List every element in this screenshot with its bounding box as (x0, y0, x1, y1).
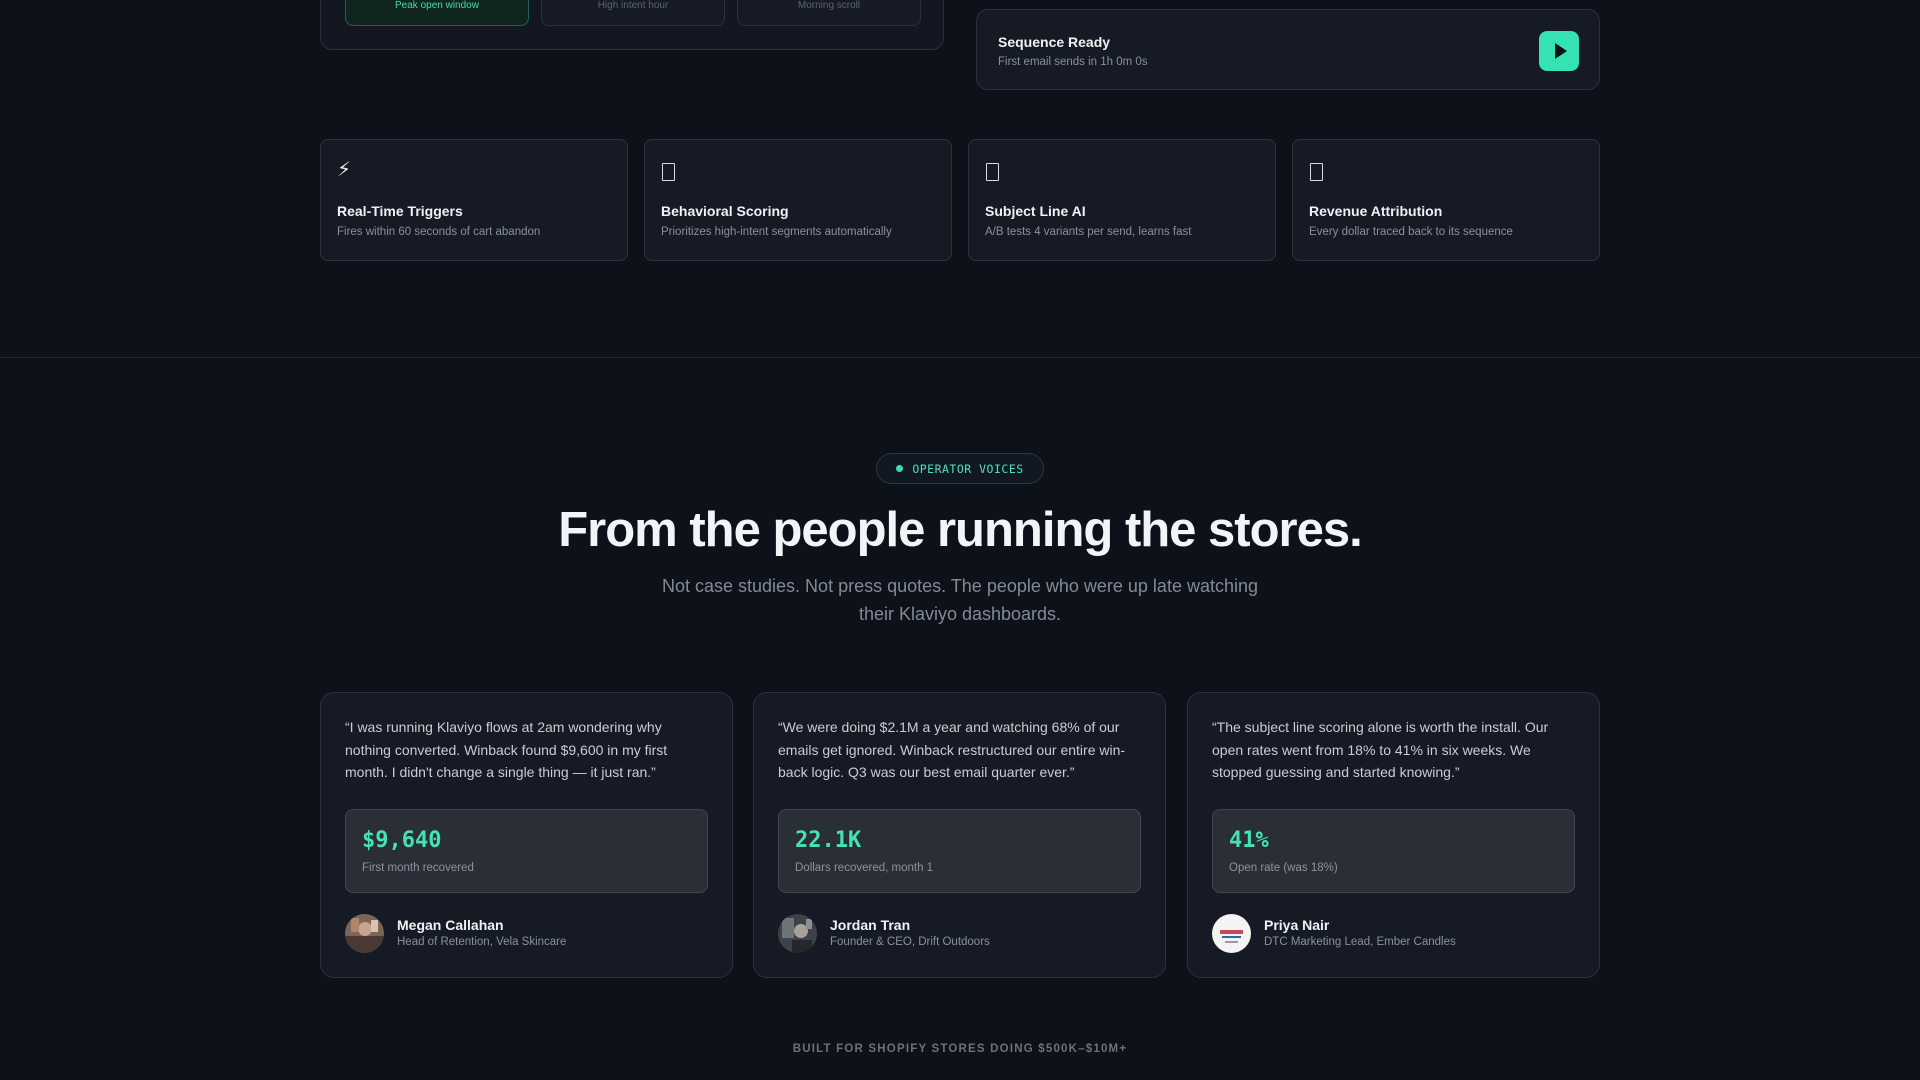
metric-value: 22.1K (795, 828, 862, 853)
avatar (345, 914, 384, 953)
testimonial-card: “I was running Klaviyo flows at 2am wond… (320, 692, 733, 978)
feature-card-revenue-attribution: Revenue Attribution Every dollar traced … (1292, 139, 1600, 261)
metric-box: $9,640 First month recovered (345, 809, 708, 893)
section-headline: From the people running the stores. (558, 503, 1363, 557)
metric-box: 41% Open rate (was 18%) (1212, 809, 1575, 893)
metric-label: Dollars recovered, month 1 (795, 862, 934, 874)
lightning-icon: ⚡︎ (337, 159, 352, 181)
section-badge: OPERATOR VOICES (876, 453, 1044, 484)
feature-card-subject-line-ai: Subject Line AI A/B tests 4 variants per… (968, 139, 1276, 261)
feature-card-real-time-triggers: ⚡︎ Real-Time Triggers Fires within 60 se… (320, 139, 628, 261)
testimonial-quote: “I was running Klaviyo flows at 2am wond… (345, 719, 668, 780)
feature-title: Subject Line AI (985, 203, 1086, 219)
avatar (778, 914, 817, 953)
play-icon (1554, 43, 1567, 59)
metric-value: 41% (1229, 828, 1269, 853)
person-name: Priya Nair (1264, 917, 1330, 933)
placeholder-icon (1310, 163, 1323, 181)
feature-description: A/B tests 4 variants per send, learns fa… (985, 226, 1192, 238)
feature-title: Real-Time Triggers (337, 203, 463, 219)
feature-title: Revenue Attribution (1309, 203, 1443, 219)
placeholder-icon (986, 163, 999, 181)
avatar (1212, 914, 1251, 953)
person-role: Head of Retention, Vela Skincare (397, 936, 567, 948)
badge-label: OPERATOR VOICES (912, 461, 1024, 476)
testimonial-card: “We were doing $2.1M a year and watching… (753, 692, 1166, 978)
metric-label: Open rate (was 18%) (1229, 862, 1338, 874)
placeholder-icon (662, 163, 675, 181)
section-subhead: Not case studies. Not press quotes. The … (661, 576, 1258, 624)
metric-label: First month recovered (362, 862, 474, 874)
feature-card-behavioral-scoring: Behavioral Scoring Prioritizes high-inte… (644, 139, 952, 261)
section-divider (0, 357, 1920, 358)
testimonial-quote: “The subject line scoring alone is worth… (1212, 719, 1549, 780)
person-role: DTC Marketing Lead, Ember Candles (1264, 936, 1456, 948)
feature-description: Prioritizes high-intent segments automat… (661, 226, 892, 238)
send-window-chip-high-intent[interactable]: High intent hour (541, 0, 725, 26)
person-role: Founder & CEO, Drift Outdoors (830, 936, 990, 948)
testimonial-card: “The subject line scoring alone is worth… (1187, 692, 1600, 978)
play-button[interactable] (1539, 31, 1579, 71)
sequence-ready-card: Sequence Ready First email sends in 1h 0… (976, 9, 1600, 90)
feature-description: Fires within 60 seconds of cart abandon (337, 226, 541, 238)
send-window-chip-peak[interactable]: Peak open window (345, 0, 529, 26)
metric-box: 22.1K Dollars recovered, month 1 (778, 809, 1141, 893)
sequence-title: Sequence Ready (998, 34, 1111, 50)
person-name: Megan Callahan (397, 917, 504, 933)
footer-note: BUILT FOR SHOPIFY STORES DOING $500K–$10… (792, 1043, 1128, 1055)
send-window-chip-morning[interactable]: Morning scroll (737, 0, 921, 26)
feature-title: Behavioral Scoring (661, 203, 789, 219)
feature-description: Every dollar traced back to its sequence (1309, 226, 1513, 238)
metric-value: $9,640 (362, 828, 442, 853)
person-name: Jordan Tran (830, 917, 911, 933)
sequence-subtitle: First email sends in 1h 0m 0s (998, 56, 1148, 68)
testimonial-quote: “We were doing $2.1M a year and watching… (778, 719, 1126, 780)
status-dot-icon (896, 465, 904, 472)
send-window-panel: Peak open window High intent hour Mornin… (320, 0, 944, 50)
